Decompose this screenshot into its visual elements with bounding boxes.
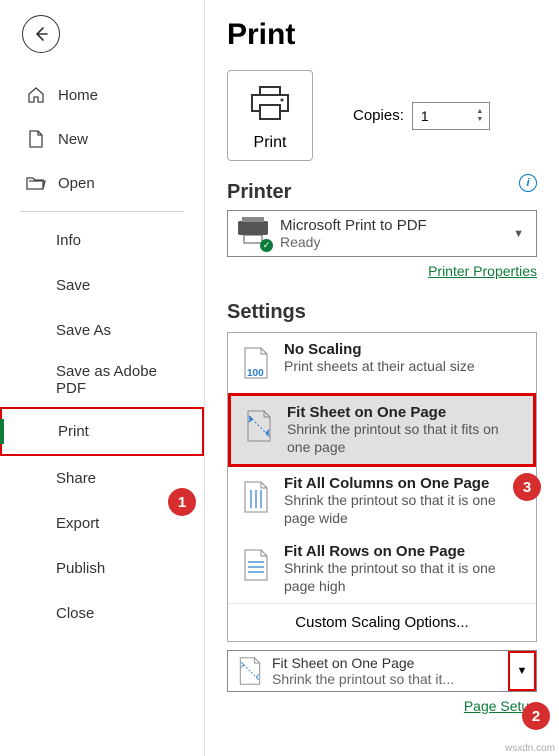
sidebar-label: Open	[58, 175, 95, 192]
spinner-arrows[interactable]: ▲ ▼	[473, 103, 487, 129]
copies-label: Copies:	[353, 107, 404, 124]
sidebar-label: New	[58, 131, 88, 148]
printer-heading: Printer	[227, 181, 291, 204]
printer-name: Microsoft Print to PDF	[280, 217, 513, 234]
chevron-down-icon: ▼	[517, 665, 528, 677]
opt-title: Fit All Columns on One Page	[284, 475, 526, 492]
callout-badge-2: 2	[522, 702, 550, 730]
scaling-dropdown[interactable]: Fit Sheet on One Page Shrink the printou…	[227, 650, 537, 692]
custom-scaling-option[interactable]: Custom Scaling Options...	[228, 603, 536, 641]
scaling-opt-fit-sheet[interactable]: Fit Sheet on One Page Shrink the printou…	[228, 393, 536, 467]
print-button-label: Print	[248, 134, 292, 152]
opt-title: Fit All Rows on One Page	[284, 543, 526, 560]
callout-badge-1: 1	[168, 488, 196, 516]
sidebar-item-publish[interactable]: Publish	[0, 546, 204, 591]
sidebar-label: Home	[58, 87, 98, 104]
dd-desc: Shrink the printout so that it...	[272, 671, 508, 687]
copies-value: 1	[413, 108, 429, 124]
fit-rows-icon	[238, 543, 274, 587]
sidebar-item-open[interactable]: Open	[0, 161, 204, 205]
fit-sheet-icon	[228, 651, 272, 691]
sidebar-item-saveadobe[interactable]: Save as Adobe PDF	[0, 353, 204, 407]
sidebar-item-save[interactable]: Save	[0, 263, 204, 308]
copies-spinner[interactable]: 1 ▲ ▼	[412, 102, 490, 130]
sidebar-item-info[interactable]: Info	[0, 218, 204, 263]
opt-desc: Shrink the printout so that it is one pa…	[284, 492, 526, 527]
settings-heading: Settings	[227, 301, 537, 324]
sidebar-item-print[interactable]: Print	[0, 407, 204, 456]
watermark: wsxdn.com	[505, 743, 555, 754]
printer-status: Ready	[280, 234, 513, 250]
sidebar-divider	[20, 211, 184, 212]
chevron-down-icon: ▼	[473, 116, 487, 124]
chevron-down-icon: ▼	[513, 228, 528, 240]
new-file-icon	[26, 129, 46, 149]
printer-selector[interactable]: ✓ Microsoft Print to PDF Ready ▼	[227, 210, 537, 257]
sidebar-item-home[interactable]: Home	[0, 73, 204, 117]
home-icon	[26, 85, 46, 105]
open-folder-icon	[26, 173, 46, 193]
printer-properties-link[interactable]: Printer Properties	[428, 263, 537, 279]
scaling-opt-fit-cols[interactable]: Fit All Columns on One Page Shrink the p…	[228, 467, 536, 535]
scaling-flyout: 100 No Scaling Print sheets at their act…	[227, 332, 537, 642]
page-title: Print	[227, 18, 537, 52]
opt-title: Fit Sheet on One Page	[287, 404, 523, 421]
scaling-opt-none[interactable]: 100 No Scaling Print sheets at their act…	[228, 333, 536, 393]
scaling-dropdown-toggle[interactable]: ▼	[508, 651, 536, 691]
no-scaling-icon: 100	[238, 341, 274, 385]
scaling-opt-fit-rows[interactable]: Fit All Rows on One Page Shrink the prin…	[228, 535, 536, 603]
opt-desc: Print sheets at their actual size	[284, 358, 526, 376]
chevron-up-icon: ▲	[473, 108, 487, 116]
svg-text:100: 100	[247, 368, 264, 379]
check-badge-icon: ✓	[260, 239, 273, 252]
sidebar-item-new[interactable]: New	[0, 117, 204, 161]
dd-title: Fit Sheet on One Page	[272, 655, 508, 671]
info-icon[interactable]: i	[519, 174, 537, 192]
sidebar-item-saveas[interactable]: Save As	[0, 308, 204, 353]
fit-columns-icon	[238, 475, 274, 519]
callout-badge-3: 3	[513, 473, 541, 501]
main-panel: Print Print Copies: 1 ▲ ▼ Printer i	[205, 0, 559, 756]
opt-desc: Shrink the printout so that it fits on o…	[287, 421, 523, 456]
back-arrow-icon	[33, 26, 49, 42]
fit-sheet-icon	[241, 404, 277, 448]
opt-title: No Scaling	[284, 341, 526, 358]
opt-desc: Shrink the printout so that it is one pa…	[284, 560, 526, 595]
backstage-sidebar: Home New Open Info Save Save As Save as …	[0, 0, 205, 756]
back-button[interactable]	[22, 15, 60, 53]
active-indicator	[0, 419, 4, 444]
printer-icon	[248, 85, 292, 121]
print-button[interactable]: Print	[227, 70, 313, 161]
sidebar-item-close[interactable]: Close	[0, 591, 204, 636]
printer-device-icon: ✓	[236, 217, 270, 250]
